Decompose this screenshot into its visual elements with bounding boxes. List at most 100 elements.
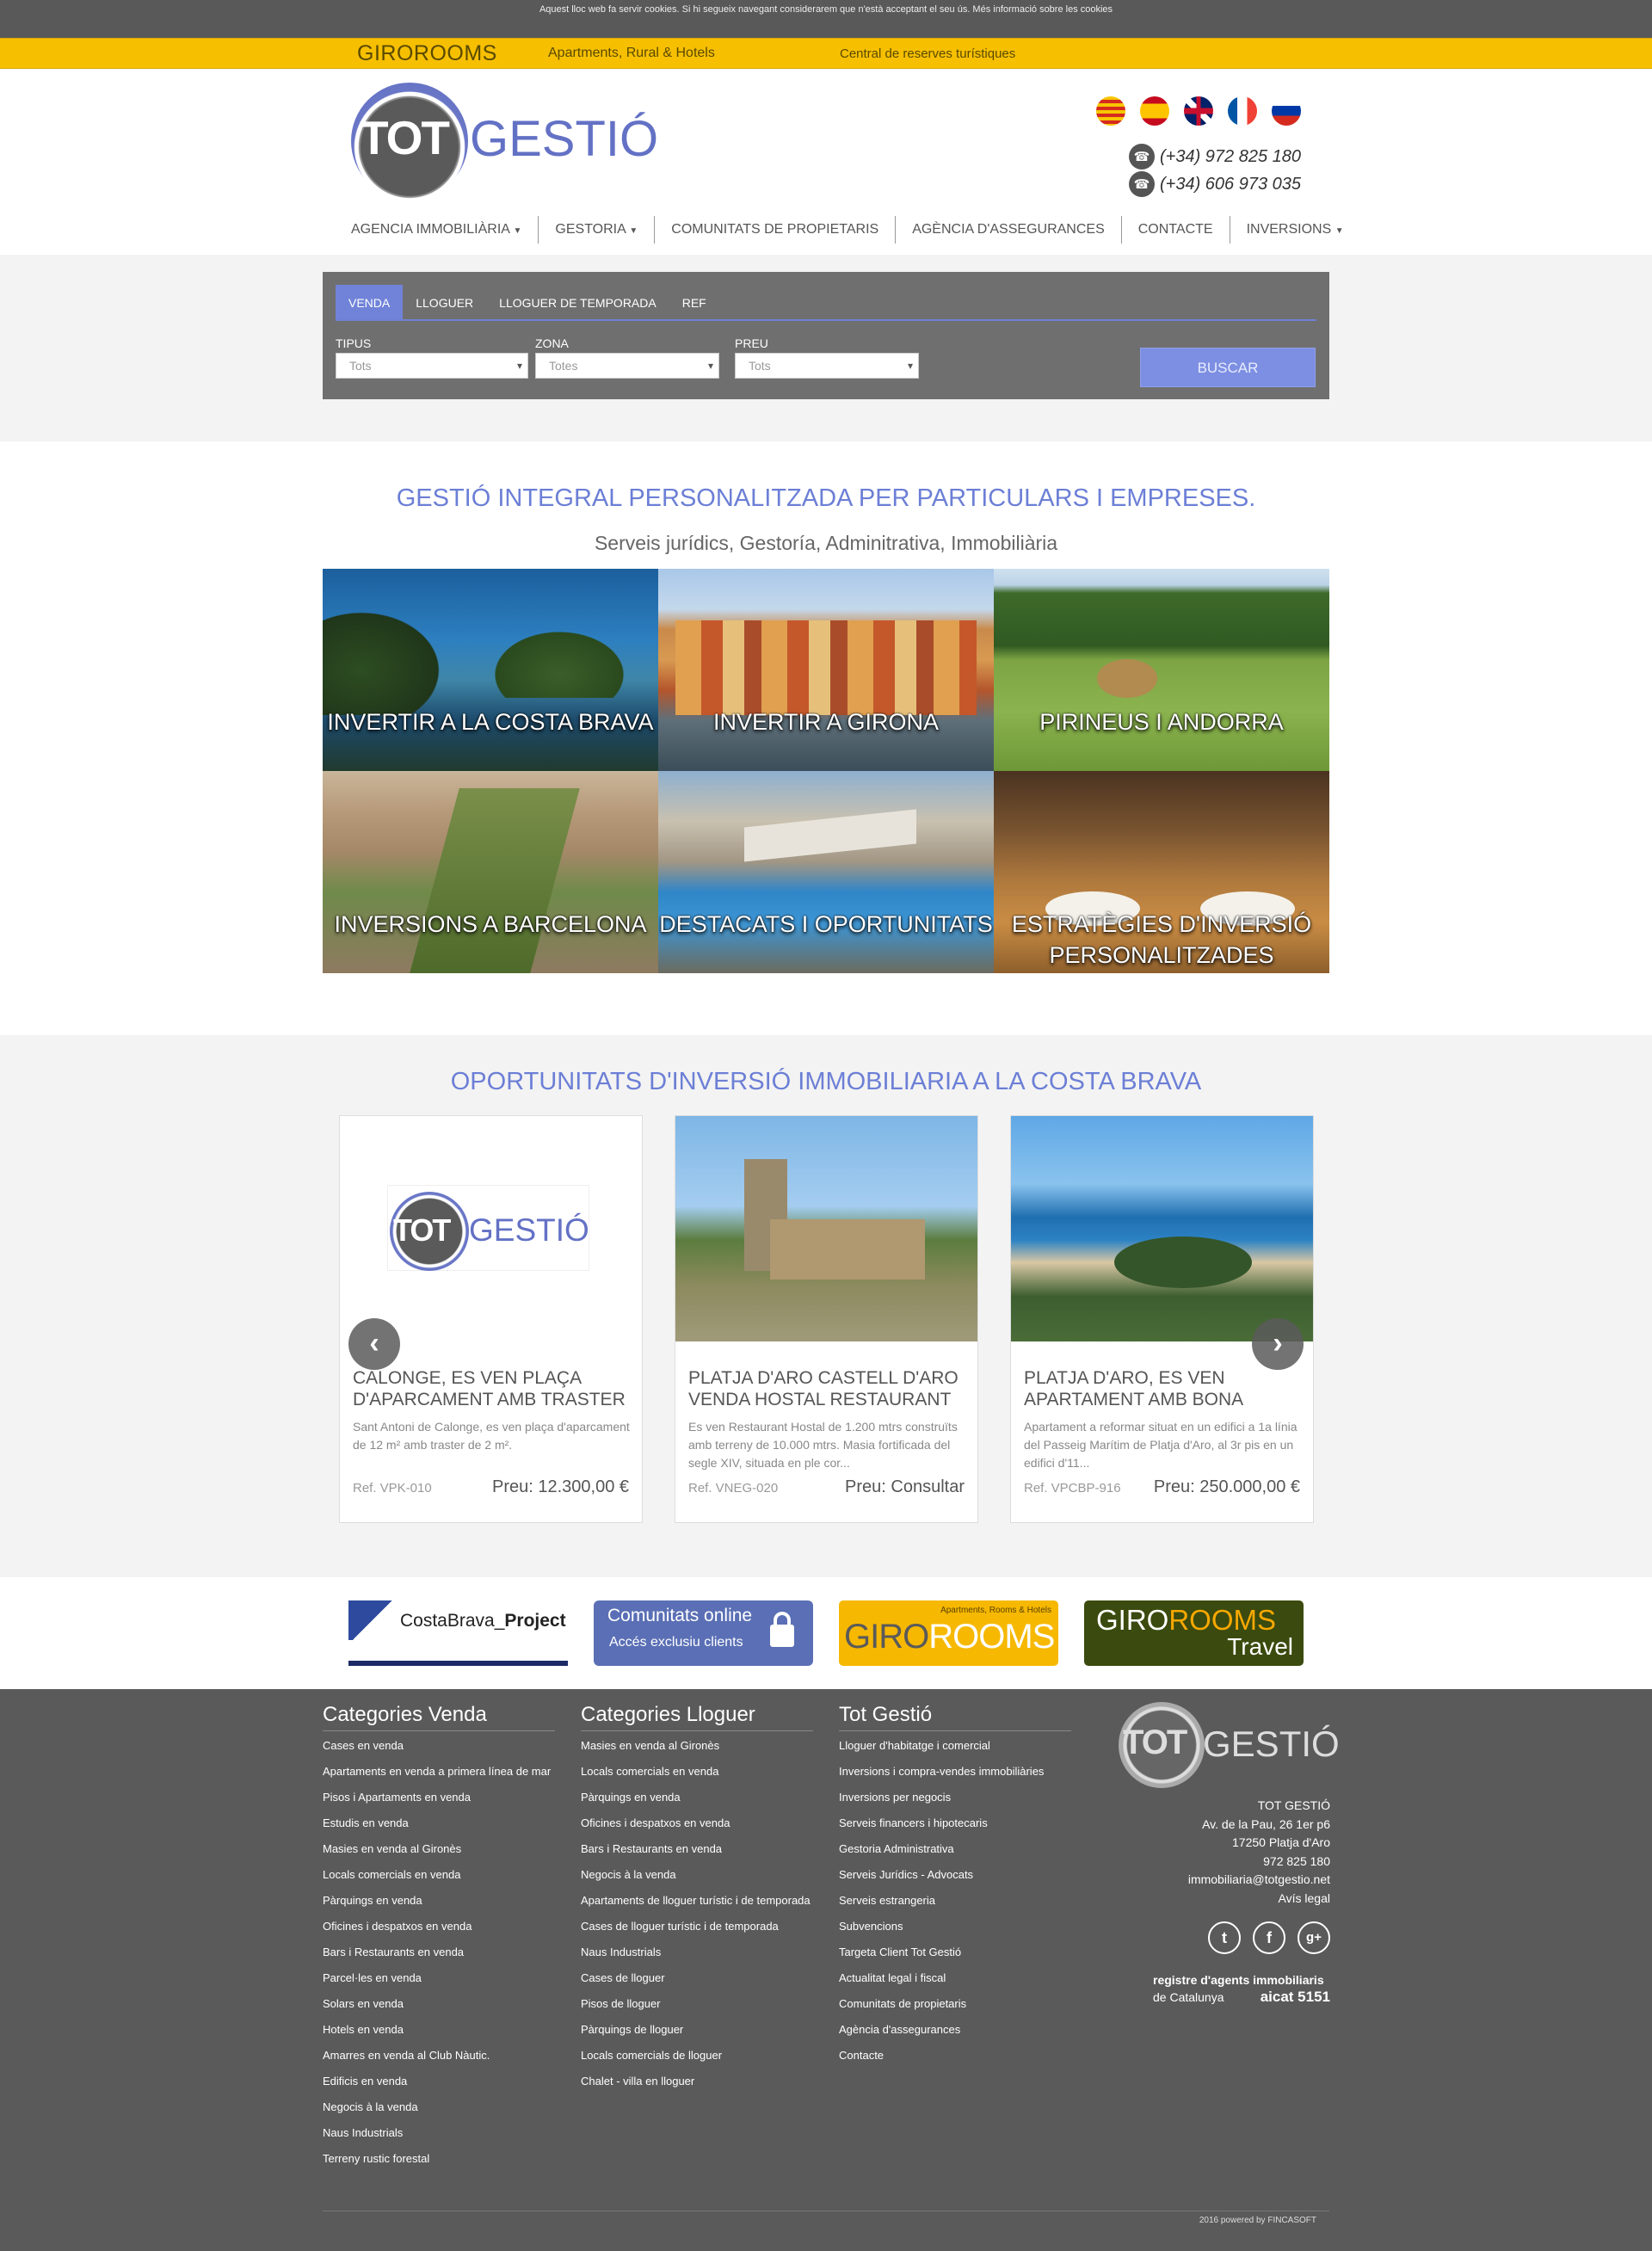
footer-link[interactable]: Apartaments en venda a primera línea de … [323,1764,555,1779]
spanish-flag-icon[interactable] [1140,96,1169,126]
footer-link[interactable]: Oficines i despatxos en venda [581,1816,813,1831]
nav-assegurances[interactable]: AGÈNCIA D'ASSEGURANCES [896,216,1122,244]
footer-link[interactable]: Serveis financers i hipotecaris [839,1816,1071,1831]
costabrava-project-logo[interactable]: CostaBrava_Project [348,1600,568,1666]
footer-link[interactable]: Masies en venda al Gironès [323,1841,555,1857]
nav-comunitats[interactable]: COMUNITATS DE PROPIETARIS [655,216,897,244]
footer-link[interactable]: Negocis à la venda [323,2100,555,2115]
comunitats-online-button[interactable]: Comunitats online Accés exclusiu clients [594,1600,813,1666]
costabrava-underline [348,1661,568,1666]
legal-link[interactable]: Avís legal [1119,1890,1330,1909]
tab-lloguer[interactable]: LLOGUER [403,285,486,319]
footer-link[interactable]: Amarres en venda al Club Nàutic. [323,2048,555,2063]
nav-agencia-immobiliaria[interactable]: AGENCIA IMMOBILIÀRIA ▼ [336,216,539,244]
russian-flag-icon[interactable] [1272,96,1301,126]
footer-link[interactable]: Oficines i despatxos en venda [323,1919,555,1934]
footer-link[interactable]: Chalet - villa en lloguer [581,2074,813,2089]
zona-select[interactable]: Totes [535,353,719,379]
property-card[interactable]: TOT GESTIÓ CALONGE, ES VEN PLAÇA D'APARC… [339,1115,643,1523]
footer-logo[interactable]: TOT GESTIÓ [1119,1702,1340,1788]
address-phone[interactable]: 972 825 180 [1119,1853,1330,1872]
footer-link[interactable]: Terreny rustic forestal [323,2151,555,2167]
nav-gestoria[interactable]: GESTORIA ▼ [539,216,656,244]
footer-link[interactable]: Targeta Client Tot Gestió [839,1945,1071,1960]
footer-link[interactable]: Naus Industrials [323,2125,555,2141]
footer-link[interactable]: Cases en venda [323,1738,555,1754]
footer-link[interactable]: Naus Industrials [581,1945,813,1960]
address-email[interactable]: immobiliaria@totgestio.net [1119,1871,1330,1890]
footer-link[interactable]: Pisos i Apartaments en venda [323,1790,555,1805]
tipus-select[interactable]: Tots [336,353,528,379]
tab-venda[interactable]: VENDA [336,285,404,319]
french-flag-icon[interactable] [1228,96,1257,126]
footer: Categories Venda Cases en venda Apartamen… [0,1689,1652,2251]
footer-link[interactable]: Inversions i compra-vendes immobiliàries [839,1764,1071,1779]
footer-link[interactable]: Inversions per negocis [839,1790,1071,1805]
footer-link[interactable]: Gestoria Administrativa [839,1841,1071,1857]
facebook-icon[interactable]: f [1253,1921,1285,1954]
property-card[interactable]: PLATJA D'ARO CASTELL D'ARO VENDA HOSTAL … [675,1115,978,1523]
footer-link[interactable]: Locals comercials en venda [581,1764,813,1779]
uk-flag-icon[interactable] [1184,96,1213,126]
card-logo-tot: TOT [393,1212,451,1248]
giro-brand[interactable]: GIROROOMS [357,41,548,66]
footer-link[interactable]: Agència d'assegurances [839,2022,1071,2038]
footer-link[interactable]: Estudis en venda [323,1816,555,1831]
footer-link[interactable]: Bars i Restaurants en venda [323,1945,555,1960]
phone-2[interactable]: ☎ (+34) 606 973 035 [1129,170,1301,198]
tile-barcelona[interactable]: INVERSIONS A BARCELONA [323,771,658,973]
tab-ref[interactable]: REF [669,285,719,319]
footer-link[interactable]: Hotels en venda [323,2022,555,2038]
footer-link[interactable]: Cases de lloguer turístic i de temporada [581,1919,813,1934]
travel-giro-2: ROOMS [1168,1604,1277,1636]
preu-select[interactable]: Tots [735,353,919,379]
tile-destacats[interactable]: DESTACATS I OPORTUNITATS [658,771,994,973]
copyright[interactable]: 2016 powered by FINCASOFT [323,2211,1329,2225]
footer-link[interactable]: Locals comercials de lloguer [581,2048,813,2063]
girorooms-logo[interactable]: Apartments, Rooms & Hotels GIROROOMS [839,1600,1058,1666]
nav-inversions[interactable]: INVERSIONS ▼ [1230,216,1360,244]
footer-link[interactable]: Subvencions [839,1919,1071,1934]
footer-link[interactable]: Parcel·les en venda [323,1970,555,1986]
footer-link[interactable]: Pàrquings de lloguer [581,2022,813,2038]
footer-link[interactable]: Negocis à la venda [581,1867,813,1883]
google-plus-icon[interactable]: g+ [1298,1921,1330,1954]
footer-link[interactable]: Solars en venda [323,1996,555,2012]
tab-lloguer-temporada[interactable]: LLOGUER DE TEMPORADA [486,285,669,319]
tile-costa-brava[interactable]: INVERTIR A LA COSTA BRAVA [323,569,658,771]
footer-link[interactable]: Pàrquings en venda [581,1790,813,1805]
tile-estrategies[interactable]: ESTRATÈGIES D'INVERSIÓ PERSONALITZADES [994,771,1329,973]
girorooms-travel-logo[interactable]: GIROROOMS Travel [1084,1600,1304,1666]
cookie-bar: Aquest lloc web fa servir cookies. Si hi… [0,0,1652,38]
search-box: VENDA LLOGUER LLOGUER DE TEMPORADA REF T… [323,272,1329,399]
footer-link[interactable]: Locals comercials en venda [323,1867,555,1883]
footer-link[interactable]: Comunitats de propietaris [839,1996,1071,2012]
footer-col-title: Categories Lloguer [581,1703,813,1731]
carousel-next-icon[interactable]: › [1252,1318,1304,1370]
tile-pirineus[interactable]: PIRINEUS I ANDORRA [994,569,1329,771]
footer-link[interactable]: Serveis estrangeria [839,1893,1071,1909]
buscar-button[interactable]: BUSCAR [1140,348,1316,387]
totgestio-logo[interactable]: TOT GESTIÓ [351,83,658,203]
aicat-badge[interactable]: registre d'agents immobiliaris de Catalu… [1119,1971,1330,2006]
footer-link[interactable]: Pisos de lloguer [581,1996,813,2012]
footer-link[interactable]: Apartaments de lloguer turístic i de tem… [581,1893,813,1909]
catalan-flag-icon[interactable] [1096,96,1125,126]
footer-link[interactable]: Serveis Jurídics - Advocats [839,1867,1071,1883]
nav-contacte[interactable]: CONTACTE [1122,216,1230,244]
footer-link[interactable]: Lloguer d'habitatge i comercial [839,1738,1071,1754]
tile-girona[interactable]: INVERTIR A GIRONA [658,569,994,771]
twitter-icon[interactable]: t [1208,1921,1241,1954]
footer-link[interactable]: Bars i Restaurants en venda [581,1841,813,1857]
phone-1[interactable]: ☎ (+34) 972 825 180 [1129,143,1301,170]
footer-link[interactable]: Masies en venda al Gironès [581,1738,813,1754]
cookie-text[interactable]: Aquest lloc web fa servir cookies. Si hi… [539,4,1113,15]
footer-link[interactable]: Cases de lloguer [581,1970,813,1986]
field-preu: PREU Tots [735,336,919,379]
footer-link[interactable]: Edificis en venda [323,2074,555,2089]
footer-link[interactable]: Contacte [839,2048,1071,2063]
preu-label: PREU [735,336,768,350]
carousel-prev-icon[interactable]: ‹ [348,1318,400,1370]
footer-link[interactable]: Pàrquings en venda [323,1893,555,1909]
footer-link[interactable]: Actualitat legal i fiscal [839,1970,1071,1986]
